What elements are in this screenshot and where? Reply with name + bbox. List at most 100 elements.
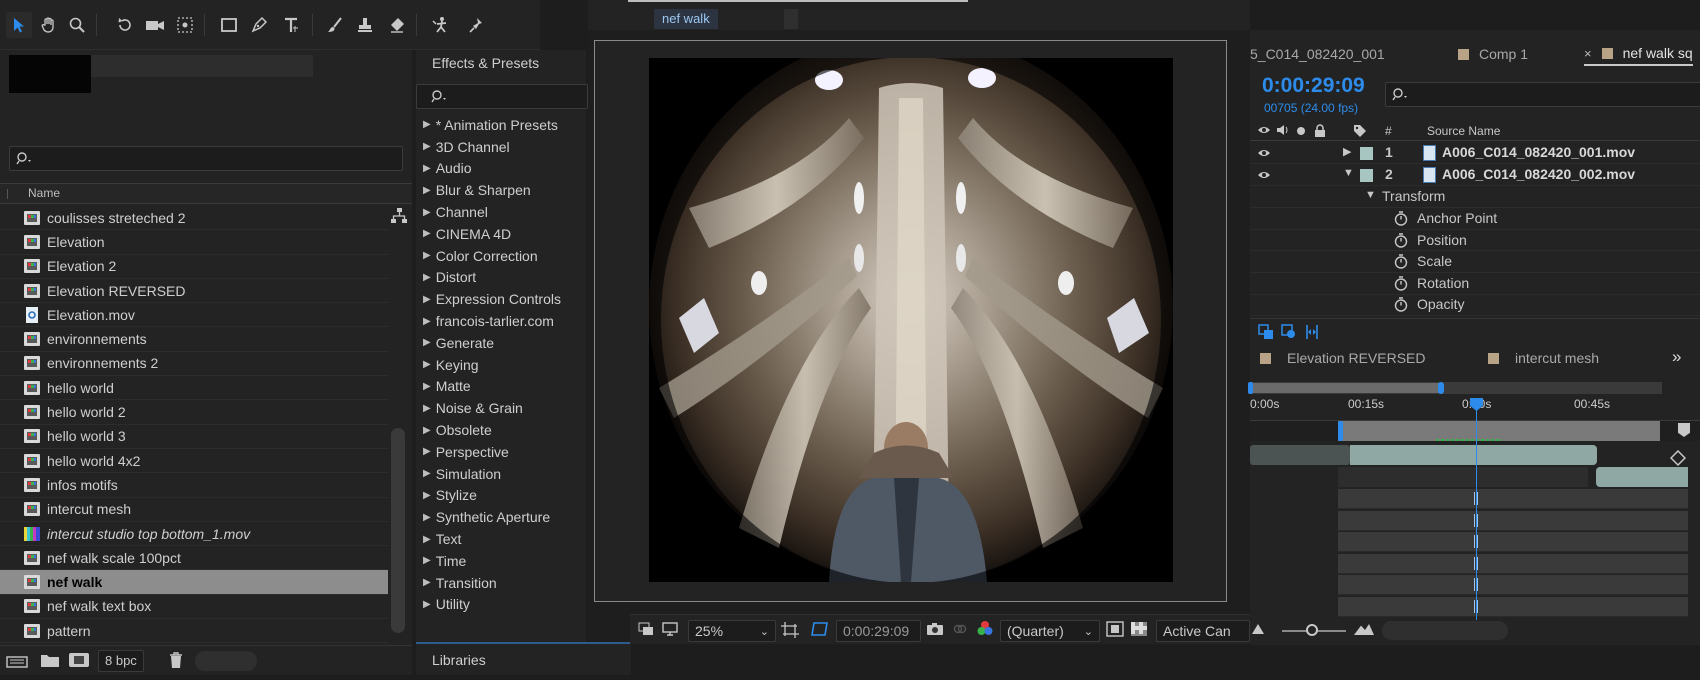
graph-editor-icon[interactable] bbox=[1304, 324, 1320, 340]
project-column-header[interactable]: Name bbox=[0, 183, 412, 204]
resolution-dropdown[interactable]: (Quarter) ⌄ bbox=[1000, 620, 1100, 642]
expand-arrow-icon[interactable]: ▶ bbox=[423, 534, 431, 545]
new-folder-icon[interactable] bbox=[40, 652, 60, 668]
stopwatch-icon[interactable] bbox=[1394, 297, 1408, 313]
selection-tool-icon[interactable] bbox=[6, 12, 32, 38]
effects-category[interactable]: ▶ Transition bbox=[416, 572, 588, 594]
effects-category[interactable]: ▶ Noise & Grain bbox=[416, 397, 588, 419]
keyframe-nav-icon[interactable] bbox=[1670, 450, 1686, 466]
rectangle-tool-icon[interactable] bbox=[216, 12, 242, 38]
transform-property-row[interactable]: Opacity bbox=[1250, 294, 1700, 317]
layer-label-color[interactable] bbox=[1360, 169, 1373, 182]
flow-item-intercut-mesh[interactable]: intercut mesh bbox=[1515, 350, 1599, 366]
project-item[interactable]: nef walk bbox=[0, 570, 388, 595]
stopwatch-icon[interactable] bbox=[1394, 232, 1408, 248]
work-area-range[interactable] bbox=[1338, 421, 1660, 441]
project-item[interactable]: nef walk text box bbox=[0, 594, 388, 620]
expand-arrow-icon[interactable]: ▶ bbox=[423, 512, 431, 523]
project-item[interactable]: environnements 2 bbox=[0, 351, 388, 377]
timeline-search-input[interactable] bbox=[1385, 82, 1700, 107]
expand-arrow-icon[interactable]: ▶ bbox=[423, 337, 431, 348]
project-scrollbar[interactable] bbox=[391, 428, 405, 633]
expand-arrow-icon[interactable]: ▶ bbox=[423, 577, 431, 588]
color-channels-icon[interactable] bbox=[976, 620, 994, 638]
always-preview-icon[interactable] bbox=[638, 622, 654, 636]
project-item[interactable]: coulisses streteched 2 bbox=[0, 206, 388, 231]
current-time-display[interactable]: 0:00:29:09 bbox=[1262, 74, 1365, 98]
puppet-pin-tool-icon[interactable] bbox=[464, 12, 490, 38]
video-eye-icon[interactable] bbox=[1257, 148, 1271, 158]
effects-category[interactable]: ▶ Text bbox=[416, 528, 588, 550]
project-item[interactable]: hello world 4x2 bbox=[0, 448, 388, 474]
navigator-start-handle[interactable] bbox=[1248, 382, 1253, 394]
expand-arrow-icon[interactable]: ▶ bbox=[423, 119, 431, 130]
flow-item-elevation-reversed[interactable]: Elevation REVERSED bbox=[1287, 350, 1426, 366]
project-item[interactable]: pattern bbox=[0, 619, 388, 644]
effects-category[interactable]: ▶ 3D Channel bbox=[416, 136, 588, 158]
snapshot-camera-icon[interactable] bbox=[926, 622, 944, 636]
rotate-tool-icon[interactable] bbox=[112, 12, 138, 38]
viewer-tab-lock[interactable] bbox=[784, 9, 798, 29]
effects-category[interactable]: ▶ Audio bbox=[416, 158, 588, 180]
draft-3d-icon[interactable] bbox=[1281, 324, 1297, 340]
project-item[interactable]: infos motifs bbox=[0, 473, 388, 498]
expand-arrow-icon[interactable]: ▶ bbox=[423, 250, 431, 261]
effects-category[interactable]: ▶ Channel bbox=[416, 201, 588, 223]
expand-arrow-icon[interactable]: ▶ bbox=[423, 446, 431, 457]
interpret-footage-icon[interactable] bbox=[6, 653, 28, 669]
effects-category[interactable]: ▶ Simulation bbox=[416, 463, 588, 485]
transform-property-row[interactable]: Anchor Point bbox=[1250, 208, 1700, 230]
new-composition-icon[interactable] bbox=[68, 651, 90, 669]
flowchart-icon[interactable] bbox=[390, 207, 408, 225]
toggle-mask-icon[interactable] bbox=[810, 620, 830, 638]
stopwatch-icon[interactable] bbox=[1394, 276, 1408, 291]
brush-tool-icon[interactable] bbox=[322, 12, 348, 38]
expand-arrow-icon[interactable]: ▶ bbox=[423, 228, 431, 239]
effects-category[interactable]: ▶ Time bbox=[416, 550, 588, 572]
layer-row-2[interactable]: ▼ 2 A006_C014_082420_002.mov bbox=[1250, 164, 1700, 186]
expand-arrow-icon[interactable]: ▶ bbox=[423, 490, 431, 501]
effects-category[interactable]: ▶ Blur & Sharpen bbox=[416, 179, 588, 201]
double-chevron-right-icon[interactable]: » bbox=[1672, 347, 1681, 367]
video-eye-icon[interactable] bbox=[1257, 170, 1271, 180]
tab-footage-001[interactable]: 5_C014_082420_001 bbox=[1250, 42, 1385, 66]
transform-group-row[interactable]: ▼ Transform bbox=[1250, 186, 1700, 208]
timeline-scrollbar[interactable] bbox=[1382, 621, 1508, 640]
region-of-interest-icon[interactable] bbox=[1106, 621, 1124, 637]
audio-speaker-icon[interactable] bbox=[1276, 124, 1290, 136]
project-item[interactable]: environnements bbox=[0, 327, 388, 352]
expand-arrow-icon[interactable]: ▶ bbox=[423, 207, 431, 218]
expand-arrow-icon[interactable]: ▶ bbox=[423, 163, 431, 174]
transparency-grid-icon[interactable] bbox=[1130, 621, 1148, 637]
zoom-slider-thumb[interactable] bbox=[1306, 624, 1318, 636]
project-item[interactable]: hello world bbox=[0, 376, 388, 401]
transform-property-row[interactable]: Scale bbox=[1250, 251, 1700, 273]
grid-options-icon[interactable] bbox=[780, 621, 800, 639]
project-item[interactable]: Elevation.mov bbox=[0, 303, 388, 328]
zoom-tool-icon[interactable] bbox=[64, 12, 90, 38]
effects-category[interactable]: ▶ Obsolete bbox=[416, 419, 588, 441]
effects-category[interactable]: ▶ CINEMA 4D bbox=[416, 223, 588, 245]
expand-arrow-icon[interactable]: ▶ bbox=[423, 468, 431, 479]
solo-dot-icon[interactable] bbox=[1297, 127, 1305, 135]
project-search-input[interactable] bbox=[9, 146, 403, 171]
hand-tool-icon[interactable] bbox=[36, 12, 62, 38]
expand-arrow-icon[interactable]: ▶ bbox=[423, 141, 431, 152]
expand-arrow-icon[interactable]: ▶ bbox=[423, 555, 431, 566]
work-area-start-handle[interactable] bbox=[1338, 421, 1343, 441]
eraser-tool-icon[interactable] bbox=[384, 12, 410, 38]
effects-category[interactable]: ▶ Generate bbox=[416, 332, 588, 354]
layer-label-color[interactable] bbox=[1360, 147, 1373, 160]
tab-comp-1[interactable]: Comp 1 bbox=[1458, 42, 1528, 66]
effects-category[interactable]: ▶ Expression Controls bbox=[416, 288, 588, 310]
project-item[interactable]: Elevation bbox=[0, 230, 388, 255]
effects-category[interactable]: ▶ Synthetic Aperture bbox=[416, 506, 588, 528]
expand-arrow-icon[interactable]: ▶ bbox=[423, 185, 431, 196]
work-area-bar[interactable] bbox=[1250, 421, 1700, 441]
collapse-arrow-icon[interactable]: ▼ bbox=[1343, 167, 1354, 179]
transform-property-row[interactable]: Position bbox=[1250, 230, 1700, 252]
footage-frame-image[interactable] bbox=[649, 58, 1173, 582]
expand-arrow-icon[interactable]: ▶ bbox=[423, 425, 431, 436]
effects-category[interactable]: ▶ Keying bbox=[416, 354, 588, 376]
transform-property-row[interactable]: Rotation bbox=[1250, 273, 1700, 295]
